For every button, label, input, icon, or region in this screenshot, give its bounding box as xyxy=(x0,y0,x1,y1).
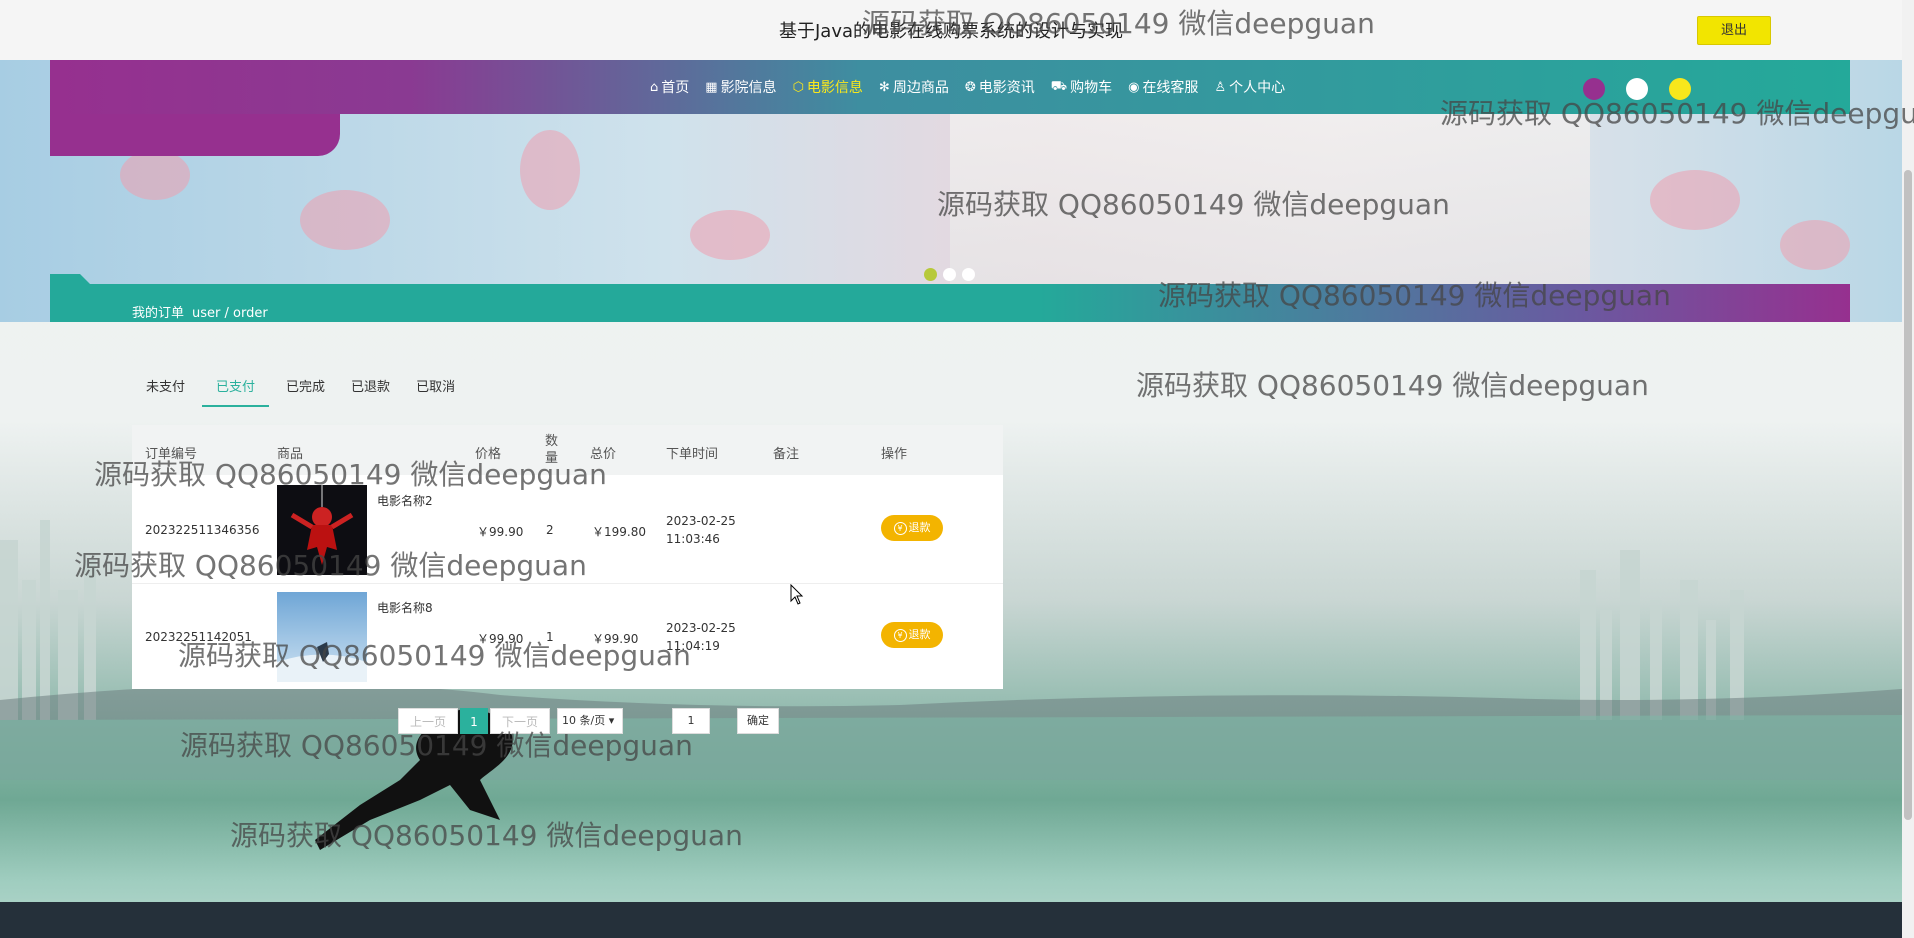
goto-confirm-button[interactable]: 确定 xyxy=(737,708,779,734)
nav-items: ⌂ 首页 ▦ 影院信息 ⬡ 电影信息 ✻ 周边商品 ❂ 电影资讯 ⛟ 购物车 ◉… xyxy=(650,60,1285,114)
col-price: 价格 xyxy=(475,447,502,462)
next-page-button[interactable]: 下一页 xyxy=(490,708,550,734)
cube-icon: ⬡ xyxy=(792,79,804,95)
scrollbar-thumb[interactable] xyxy=(1904,170,1912,820)
yen-icon: ¥ xyxy=(893,522,907,535)
movie-poster-thumbnail[interactable] xyxy=(277,592,367,682)
page-number-button[interactable]: 1 xyxy=(460,708,488,734)
top-bar: 基于Java的电影在线购票系统的设计与实现 退出 xyxy=(0,0,1902,61)
refund-button[interactable]: ¥ 退款 xyxy=(881,515,943,541)
tab-paid[interactable]: 已支付 xyxy=(202,369,270,407)
col-remark: 备注 xyxy=(773,447,800,462)
logout-button[interactable]: 退出 xyxy=(1697,16,1771,45)
breadcrumb-path: user / order xyxy=(192,306,268,321)
yen-icon: ¥ xyxy=(893,629,907,642)
col-time: 下单时间 xyxy=(666,447,719,462)
cinema-icon: ▦ xyxy=(705,79,718,95)
order-time: 11:04:19 xyxy=(666,639,720,653)
goto-page-input[interactable]: 1 xyxy=(672,708,710,734)
vertical-scrollbar[interactable] xyxy=(1902,0,1914,938)
goods-name: 电影名称8 xyxy=(377,601,433,615)
col-total: 总价 xyxy=(590,447,617,462)
nav-item-movies[interactable]: ⬡ 电影信息 xyxy=(793,77,863,97)
tab-cancelled[interactable]: 已取消 xyxy=(407,369,464,407)
nav-decoration xyxy=(50,114,340,156)
quantity: 1 xyxy=(546,630,554,644)
col-order-no: 订单编号 xyxy=(145,447,198,462)
mouse-cursor-icon xyxy=(790,584,804,605)
nav-item-profile[interactable]: ♙ 个人中心 xyxy=(1214,77,1285,97)
chevron-down-icon: ▾ xyxy=(608,714,615,727)
col-qty: 数量 xyxy=(545,434,559,466)
order-status-tabs: 未支付 已支付 已完成 已退款 已取消 xyxy=(137,369,472,407)
order-number: 20232251142051 xyxy=(145,630,252,644)
home-icon: ⌂ xyxy=(650,79,659,95)
theme-dot-yellow[interactable] xyxy=(1669,78,1691,100)
site-title: 基于Java的电影在线购票系统的设计与实现 xyxy=(778,21,1124,42)
orders-table: 订单编号 商品 价格 数量 总价 下单时间 备注 操作 202322511346… xyxy=(132,425,1003,689)
user-icon: ♙ xyxy=(1214,79,1227,95)
carousel-dot[interactable] xyxy=(943,268,956,281)
col-action: 操作 xyxy=(881,447,908,462)
page-size-select[interactable]: 10 条/页 ▾ xyxy=(557,708,623,734)
watermark: 源码获取 QQ86050149 微信deepguan xyxy=(1136,369,1649,402)
col-goods: 商品 xyxy=(277,447,304,462)
carousel-dot[interactable] xyxy=(962,268,975,281)
tab-completed[interactable]: 已完成 xyxy=(277,369,334,407)
price: ￥99.90 xyxy=(477,632,524,646)
table-header: 订单编号 商品 价格 数量 总价 下单时间 备注 操作 xyxy=(132,425,1003,475)
carousel-indicators xyxy=(924,268,975,281)
nav-item-service[interactable]: ◉ 在线客服 xyxy=(1128,77,1198,97)
nav-item-merch[interactable]: ✻ 周边商品 xyxy=(879,77,949,97)
banner-carousel: ⌂ 首页 ▦ 影院信息 ⬡ 电影信息 ✻ 周边商品 ❂ 电影资讯 ⛟ 购物车 ◉… xyxy=(0,60,1902,322)
price: ￥99.90 xyxy=(477,525,524,539)
order-time: 11:03:46 xyxy=(666,532,720,546)
cart-icon: ⛟ xyxy=(1050,78,1068,94)
quantity: 2 xyxy=(546,523,554,537)
refund-button[interactable]: ¥ 退款 xyxy=(881,622,943,648)
main-nav: ⌂ 首页 ▦ 影院信息 ⬡ 电影信息 ✻ 周边商品 ❂ 电影资讯 ⛟ 购物车 ◉… xyxy=(50,60,1850,114)
breadcrumb-title: 我的订单 xyxy=(132,306,185,321)
movie-poster-thumbnail[interactable] xyxy=(277,485,367,575)
order-date: 2023-02-25 xyxy=(666,514,736,528)
total-price: ￥199.80 xyxy=(592,525,646,539)
total-price: ￥99.90 xyxy=(592,632,639,646)
table-row: 20232251142051 电影名称8 ￥99.90 1 ￥99.90 202… xyxy=(132,583,1003,690)
tab-refunded[interactable]: 已退款 xyxy=(342,369,399,407)
table-row: 20232251134635​6 电影名称2 ￥99.90 2 ￥199.80 … xyxy=(132,477,1003,583)
nav-item-cart[interactable]: ⛟ 购物车 xyxy=(1051,77,1112,97)
snowflake-icon: ✻ xyxy=(878,79,890,95)
service-icon: ◉ xyxy=(1128,79,1140,95)
theme-dot-white[interactable] xyxy=(1626,78,1648,100)
theme-dot-purple[interactable] xyxy=(1583,78,1605,100)
nav-item-cinema[interactable]: ▦ 影院信息 xyxy=(705,77,776,97)
prev-page-button[interactable]: 上一页 xyxy=(398,708,458,734)
goods-name: 电影名称2 xyxy=(377,494,433,508)
footer xyxy=(0,902,1914,938)
order-date: 2023-02-25 xyxy=(666,621,736,635)
carousel-dot[interactable] xyxy=(924,268,937,281)
palette-icon: ❂ xyxy=(964,79,976,95)
breadcrumb: 我的订单 user / order xyxy=(132,302,268,321)
order-number: 20232251134635​6 xyxy=(145,523,260,537)
nav-item-home[interactable]: ⌂ 首页 xyxy=(650,77,689,97)
tab-unpaid[interactable]: 未支付 xyxy=(137,369,194,407)
nav-item-news[interactable]: ❂ 电影资讯 xyxy=(965,77,1035,97)
